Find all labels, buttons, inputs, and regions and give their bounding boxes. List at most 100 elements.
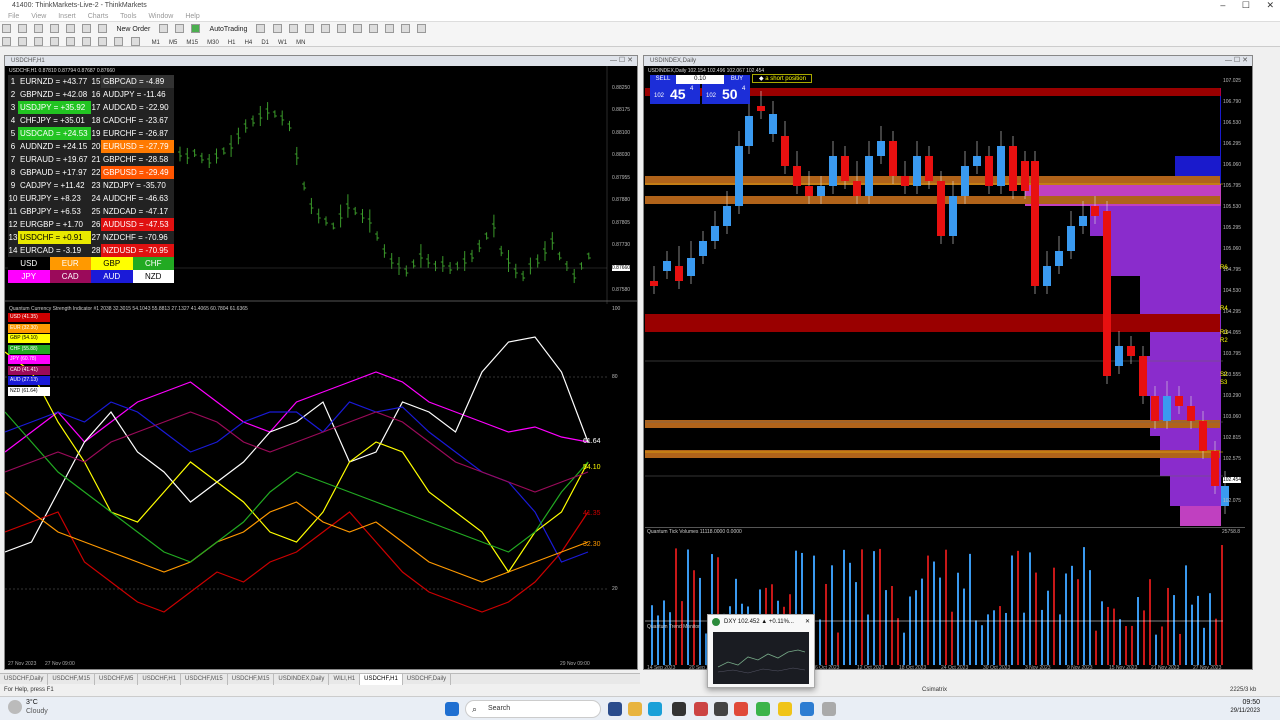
- chart-shift-icon[interactable]: [368, 23, 378, 33]
- data-window-icon[interactable]: [50, 23, 60, 33]
- settings-icon[interactable]: [822, 702, 836, 716]
- tab-usdindex-daily[interactable]: USDINDEX,Daily: [274, 674, 330, 685]
- candle-body: [1043, 266, 1051, 286]
- templates-icon[interactable]: [417, 23, 427, 33]
- fibonacci-icon[interactable]: [98, 36, 108, 46]
- navigator-icon[interactable]: [66, 23, 76, 33]
- tab-usdchf-m15-2[interactable]: USDCHF,M15: [181, 674, 228, 685]
- new-order-button[interactable]: New Order: [114, 25, 152, 35]
- windows-start-icon[interactable]: [445, 702, 459, 716]
- tab-usdchf-h1[interactable]: USDCHF,H1: [138, 674, 182, 685]
- task-view-icon[interactable]: [608, 702, 622, 716]
- cursor-icon[interactable]: [2, 36, 11, 46]
- taskbar-search-input[interactable]: ⌕ Search: [465, 700, 601, 718]
- popup-close-icon[interactable]: ✕: [805, 615, 810, 629]
- supply-demand-zone: [645, 420, 1220, 428]
- menu-charts[interactable]: Charts: [88, 13, 109, 20]
- lot-size-input[interactable]: 0.10: [676, 75, 724, 84]
- tf-m15[interactable]: M15: [186, 40, 198, 46]
- menu-window[interactable]: Window: [148, 13, 173, 20]
- line-chart-icon[interactable]: [288, 23, 298, 33]
- close-icon[interactable]: ✕: [1266, 0, 1274, 10]
- tab-usdchf-daily-2[interactable]: USDCHF,Daily: [403, 674, 452, 685]
- sell-price-box[interactable]: 102 45 4: [650, 84, 700, 104]
- tf-mn[interactable]: MN: [296, 40, 305, 46]
- tf-m30[interactable]: M30: [207, 40, 219, 46]
- menu-tools[interactable]: Tools: [120, 13, 136, 20]
- maximize-icon[interactable]: ☐: [1242, 0, 1250, 10]
- autoscroll-icon[interactable]: [352, 23, 362, 33]
- weather-desc[interactable]: Cloudy: [26, 708, 48, 715]
- candlestick-icon[interactable]: [272, 23, 282, 33]
- chrome-icon[interactable]: [734, 702, 748, 716]
- chrome-icon[interactable]: [756, 702, 770, 716]
- volume-bar: [1107, 606, 1109, 665]
- price-label: 0.87730: [612, 242, 631, 248]
- clock-time[interactable]: 09:50: [1228, 699, 1260, 706]
- volume-bar: [1113, 608, 1115, 665]
- buy-button[interactable]: BUY: [724, 75, 750, 84]
- tab-usdchf-m15-3[interactable]: USDCHF,M15: [228, 674, 275, 685]
- tf-h1[interactable]: H1: [228, 40, 236, 46]
- tile-icon[interactable]: [336, 23, 346, 33]
- arrow-icon[interactable]: [130, 36, 140, 46]
- metaeditor-icon[interactable]: [159, 23, 169, 33]
- tester-icon[interactable]: [98, 23, 108, 33]
- text-icon[interactable]: [114, 36, 124, 46]
- file-explorer-icon[interactable]: [628, 702, 642, 716]
- market-watch-icon[interactable]: [34, 23, 44, 33]
- edge-icon[interactable]: [648, 702, 662, 716]
- buy-price-box[interactable]: 102 50 4: [702, 84, 750, 104]
- menu-insert[interactable]: Insert: [58, 13, 76, 20]
- tab-usdchf-m15[interactable]: USDCHF,M15: [48, 674, 96, 685]
- sell-button[interactable]: SELL: [650, 75, 676, 84]
- tf-m1[interactable]: M1: [152, 40, 160, 46]
- autotrading-button[interactable]: AutoTrading: [208, 25, 250, 35]
- tf-w1[interactable]: W1: [278, 40, 287, 46]
- indicators-icon[interactable]: [384, 23, 394, 33]
- profiles-icon[interactable]: [18, 23, 28, 33]
- autotrading-icon[interactable]: [191, 23, 201, 33]
- tab-usdchf-h1-active[interactable]: USDCHF,H1: [360, 674, 403, 685]
- tab-usdchf-m5[interactable]: USDCHF,M5: [95, 674, 139, 685]
- app-icon[interactable]: [694, 702, 708, 716]
- menu-file[interactable]: File: [8, 13, 19, 20]
- crosshair-icon[interactable]: [18, 36, 28, 46]
- periods-icon[interactable]: [401, 23, 411, 33]
- window-buttons[interactable]: — ☐ ✕: [1225, 56, 1248, 66]
- price-label: 0.87880: [612, 197, 631, 203]
- trendline-icon[interactable]: [66, 36, 76, 46]
- tf-h4[interactable]: H4: [245, 40, 253, 46]
- horizontal-line-icon[interactable]: [50, 36, 60, 46]
- metatrader-icon[interactable]: [714, 702, 728, 716]
- strength-row: 12 EURGBP = +1.70 26 AUDUSD = -47.53: [8, 218, 174, 231]
- app-icon[interactable]: [800, 702, 814, 716]
- new-chart-icon[interactable]: [2, 23, 11, 33]
- taskbar-preview-popup[interactable]: DXY 102.452 ▲ +0.11%... ✕: [707, 614, 815, 688]
- pair-strength: GBPCAD = -4.89: [101, 75, 174, 88]
- menu-view[interactable]: View: [31, 13, 46, 20]
- tab-wili-h1[interactable]: WILI,H1: [329, 674, 361, 685]
- volume-bar: [897, 618, 899, 665]
- tab-usdchf-daily[interactable]: USDCHF,Daily: [0, 674, 49, 685]
- channel-icon[interactable]: [82, 36, 92, 46]
- minimize-icon[interactable]: –: [1220, 0, 1225, 10]
- bar-chart-icon[interactable]: [256, 23, 266, 33]
- signals-icon[interactable]: [175, 23, 185, 33]
- app-icon[interactable]: [778, 702, 792, 716]
- zoom-in-icon[interactable]: [304, 23, 314, 33]
- zoom-out-icon[interactable]: [320, 23, 330, 33]
- vertical-line-icon[interactable]: [34, 36, 44, 46]
- window-buttons[interactable]: — ☐ ✕: [610, 56, 633, 66]
- rank-number: 15: [91, 75, 101, 88]
- tf-d1[interactable]: D1: [261, 40, 269, 46]
- weather-temp[interactable]: 3°C: [26, 699, 38, 706]
- volume-bar: [975, 620, 977, 665]
- menu-help[interactable]: Help: [185, 13, 199, 20]
- app-icon[interactable]: [672, 702, 686, 716]
- candle-body: [1009, 146, 1017, 191]
- weather-icon[interactable]: [8, 700, 22, 714]
- tf-m5[interactable]: M5: [169, 40, 177, 46]
- terminal-icon[interactable]: [82, 23, 92, 33]
- clock-date[interactable]: 29/11/2023: [1222, 708, 1260, 714]
